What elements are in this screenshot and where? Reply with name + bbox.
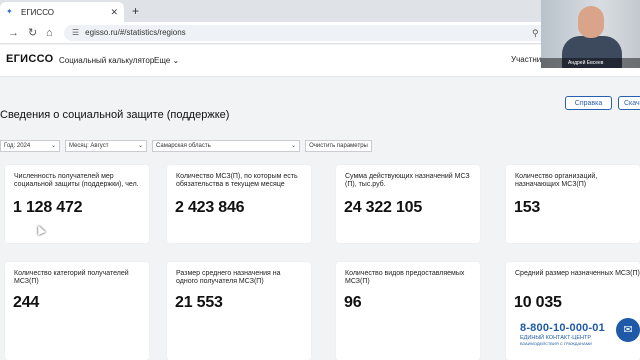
stat-card-label: Численность получателей мер социальной з… (14, 173, 139, 188)
zoom-icon[interactable]: ⚲ (532, 26, 539, 40)
stat-card-value: 153 (514, 199, 541, 216)
hotline-banner[interactable]: 8-800-10-000-01 ЕДИНЫЙ КОНТАКТ-ЦЕНТР ВЗА… (520, 322, 616, 358)
url-text: egisso.ru/#/statistics/regions (85, 28, 186, 37)
stat-card-value: 21 553 (175, 294, 223, 311)
close-icon[interactable]: ✕ (110, 7, 118, 17)
download-button[interactable]: Скача (618, 96, 640, 110)
webcam-person-head (578, 6, 604, 38)
year-select[interactable]: Год: 2024 ⌄ (0, 140, 60, 152)
home-icon[interactable]: ⌂ (46, 26, 53, 40)
stat-card-label: Количество МСЗ(П), по которым есть обяза… (176, 173, 298, 188)
chevron-down-icon: ⌄ (172, 56, 180, 65)
page-title: Сведения о социальной защите (поддержке) (0, 109, 230, 121)
site-logo[interactable]: ЕГИССО (6, 53, 53, 65)
chevron-down-icon: ⌄ (50, 143, 56, 149)
stat-card: Сумма действующих назначений МСЗ (П), ты… (336, 165, 480, 243)
stat-card-label: Сумма действующих назначений МСЗ (П), ты… (345, 173, 470, 188)
stat-card-value: 244 (13, 294, 40, 311)
plus-icon[interactable]: + (132, 4, 139, 18)
stat-card-label: Средний размер назначенных МСЗ(П) (515, 270, 640, 277)
stat-card-value: 96 (344, 294, 362, 311)
stat-card-label: Количество видов предоставляемых МСЗ(П) (345, 270, 465, 285)
help-button[interactable]: Справка (565, 96, 612, 110)
chat-icon[interactable]: ✉ (616, 318, 640, 342)
month-select-value: Месяц: Август (69, 143, 109, 149)
region-select-value: Самарская область (156, 143, 211, 149)
month-select[interactable]: Месяц: Август ⌄ (65, 140, 147, 152)
back-arrow-icon[interactable]: → (8, 26, 19, 40)
stat-card-label: Количество категорий получателей МСЗ(П) (14, 270, 129, 285)
stat-card: Количество видов предоставляемых МСЗ(П) … (336, 262, 480, 360)
tune-icon[interactable]: ☰ (72, 28, 79, 37)
stat-card-value: 24 322 105 (344, 199, 423, 216)
nav-more-label: Еще (154, 56, 171, 65)
nav-more[interactable]: Еще ⌄ (154, 56, 179, 65)
egisso-favicon-icon: ✦ (6, 7, 13, 16)
header-participant-link[interactable]: Участни (511, 55, 541, 64)
hotline-line2: ВЗАИМОДЕЙСТВИЯ С ГРАЖДАНАМИ (520, 341, 592, 346)
stat-card-label: Размер среднего назначения на одного пол… (176, 270, 281, 285)
stat-card: Количество МСЗ(П), по которым есть обяза… (167, 165, 311, 243)
hotline-number: 8-800-10-000-01 (520, 322, 605, 334)
year-select-value: Год: 2024 (4, 143, 31, 149)
browser-tab[interactable]: ✦ ЕГИССО ✕ (0, 2, 124, 22)
browser-tab-title: ЕГИССО (21, 7, 55, 17)
clear-params-button[interactable]: Очистить параметры (305, 140, 372, 152)
stat-card: Размер среднего назначения на одного пол… (167, 262, 311, 360)
webcam-name-tag: Андрей Евсеев (541, 58, 640, 68)
stat-card-value: 1 128 472 (13, 199, 83, 216)
stat-card-label: Количество организаций, назначающих МСЗ(… (515, 173, 598, 188)
stat-card: Количество организаций, назначающих МСЗ(… (506, 165, 640, 243)
stat-card-value: 2 423 846 (175, 199, 245, 216)
nav-social-calculator[interactable]: Социальный калькулятор (59, 56, 154, 65)
webcam-overlay: Андрей Евсеев (541, 0, 640, 68)
chevron-down-icon: ⌄ (290, 143, 296, 149)
reload-icon[interactable]: ↻ (28, 26, 37, 40)
stat-card: Количество категорий получателей МСЗ(П) … (5, 262, 149, 360)
stat-card: Численность получателей мер социальной з… (5, 165, 149, 243)
chevron-down-icon: ⌄ (137, 143, 143, 149)
region-select[interactable]: Самарская область ⌄ (152, 140, 300, 152)
stat-card-value: 10 035 (514, 294, 562, 311)
